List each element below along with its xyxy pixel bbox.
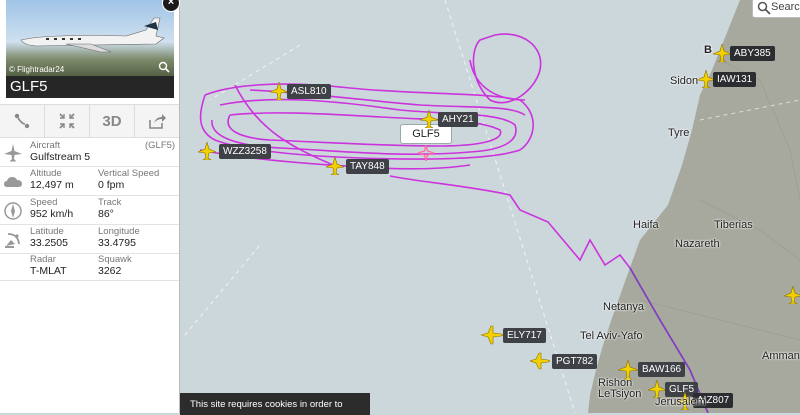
- plane-label: ABY385: [730, 46, 775, 61]
- altitude-value: 12,497 m: [30, 179, 74, 191]
- city-jerusalem: Jerusalem: [655, 396, 706, 408]
- view-3d-label: 3D: [102, 112, 122, 130]
- vspeed-label: Vertical Speed: [98, 168, 160, 179]
- radar-dish-icon: [5, 233, 20, 248]
- aircraft-row: Aircraft (GLF5) Gulfstream 5: [0, 137, 179, 167]
- city-tiberias: Tiberias: [714, 219, 753, 231]
- airplane-icon: [324, 155, 346, 176]
- longitude-value: 33.4795: [98, 237, 136, 249]
- position-row: Latitude 33.2505 Longitude 33.4795: [0, 224, 179, 254]
- photo-credit: © Flightradar24: [9, 65, 65, 74]
- plane-asl810[interactable]: ASL810: [268, 80, 331, 103]
- city-haifa: Haifa: [633, 219, 659, 231]
- squawk-label: Squawk: [98, 254, 132, 265]
- city-sidon: Sidon: [670, 75, 699, 87]
- grid-line: [184, 244, 261, 336]
- aircraft-photo[interactable]: © Flightradar24: [6, 0, 174, 76]
- city-tyre: Tyre: [668, 127, 690, 139]
- city-netanya: Netanya: [603, 301, 644, 313]
- cookie-notice: This site requires cookies in order to: [180, 393, 370, 415]
- radar-value: T-MLAT: [30, 265, 67, 277]
- city-rishon: Rishon LeTsiyon: [598, 377, 642, 400]
- plane-label: PGT782: [552, 354, 598, 369]
- aircraft-label: Aircraft: [30, 140, 61, 151]
- search-box[interactable]: Search: [752, 0, 800, 18]
- speed-value: 952 km/h: [30, 208, 74, 220]
- airplane-icon: [196, 140, 218, 161]
- search-icon: [757, 1, 771, 15]
- share-button[interactable]: [135, 105, 179, 137]
- plane-label: BAW166: [638, 362, 686, 377]
- airplane-icon: [418, 108, 440, 129]
- track-label: Track: [98, 197, 122, 208]
- view-3d-button[interactable]: 3D: [90, 105, 135, 137]
- speed-row: Speed 952 km/h Track 86°: [0, 195, 179, 225]
- aircraft-code: (GLF5): [145, 140, 176, 151]
- flight-callsign: GLF5: [6, 76, 174, 98]
- selected-aircraft-icon[interactable]: [418, 145, 434, 161]
- plane-label: IAW131: [713, 72, 757, 87]
- vspeed-value: 0 fpm: [98, 179, 125, 191]
- aircraft-value: Gulfstream 5: [30, 151, 91, 163]
- plane-label: WZZ3258: [219, 144, 271, 159]
- cloud-icon: [4, 177, 22, 187]
- share-icon: [149, 114, 166, 129]
- plane-wzz3258[interactable]: WZZ3258: [196, 140, 271, 163]
- track-value: 86°: [98, 208, 114, 220]
- radar-row: Radar T-MLAT Squawk 3262: [0, 253, 179, 281]
- airplane-icon: [4, 144, 22, 162]
- airplane-icon: [529, 352, 551, 370]
- follow-button[interactable]: [45, 105, 90, 137]
- city-amman: Amman: [762, 350, 800, 362]
- compass-icon: [4, 202, 22, 220]
- airplane-icon: [711, 42, 733, 63]
- city-tel-aviv: Tel Aviv-Yafo: [580, 330, 643, 342]
- plane-label: ASL810: [287, 84, 331, 99]
- airplane-icon: [782, 284, 800, 305]
- aircraft-photo-jet: [20, 17, 165, 53]
- plane-label: ELY717: [503, 328, 546, 343]
- plane-ahy21[interactable]: AHY21: [418, 108, 478, 131]
- plane-pgt782[interactable]: PGT782: [529, 352, 598, 373]
- latitude-label: Latitude: [30, 226, 64, 237]
- airplane-icon: [268, 80, 290, 101]
- city-beirut: B: [704, 44, 712, 56]
- search-input[interactable]: Search: [771, 1, 800, 13]
- plane-edge[interactable]: [782, 284, 800, 307]
- plane-label: TAY848: [346, 159, 389, 174]
- panel-toolbar: 3D: [0, 104, 179, 138]
- city-nazareth: Nazareth: [675, 238, 720, 250]
- airplane-icon: [479, 325, 504, 345]
- aircraft-info-panel: © Flightradar24 × GLF5 3D Aircraft (GLF5…: [0, 0, 180, 413]
- plane-iaw131[interactable]: IAW131: [695, 68, 757, 91]
- speed-label: Speed: [30, 197, 58, 208]
- plane-tay848[interactable]: TAY848: [324, 155, 389, 178]
- latitude-value: 33.2505: [30, 237, 68, 249]
- zoom-icon[interactable]: [158, 61, 170, 73]
- close-panel-button[interactable]: ×: [162, 0, 180, 12]
- radar-label: Radar: [30, 254, 56, 265]
- plane-aby385[interactable]: ABY385: [711, 42, 775, 65]
- altitude-label: Altitude: [30, 168, 62, 179]
- longitude-label: Longitude: [98, 226, 140, 237]
- plane-ely717[interactable]: ELY717: [479, 325, 546, 348]
- route-icon: [14, 113, 30, 129]
- grid-line: [444, 0, 576, 413]
- squawk-value: 3262: [98, 265, 122, 277]
- center-icon: [59, 113, 75, 129]
- route-button[interactable]: [0, 105, 45, 137]
- plane-label: AHY21: [438, 112, 478, 127]
- altitude-row: Altitude 12,497 m Vertical Speed 0 fpm: [0, 166, 179, 196]
